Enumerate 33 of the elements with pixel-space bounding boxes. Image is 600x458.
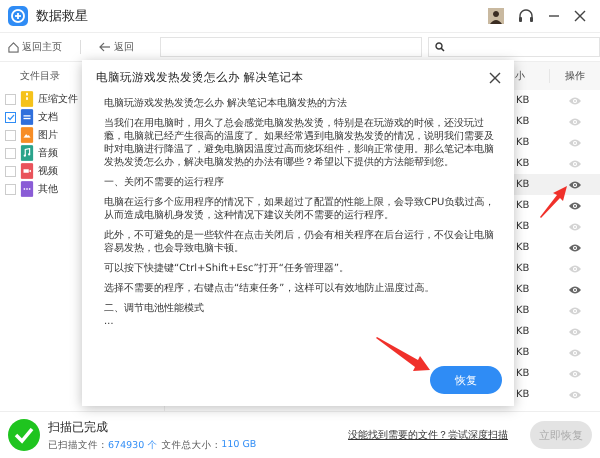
column-header: 小 bbox=[514, 70, 526, 83]
column-header: 操作 bbox=[549, 69, 600, 83]
app-title: 数据救星 bbox=[36, 8, 88, 25]
paragraph: 二、调节电池性能模式 ... bbox=[104, 302, 205, 328]
size-cell-text: KB bbox=[515, 389, 530, 400]
paragraph: 当我们在用电脑时，用久了总会感觉电脑发热发烫，特别是在玩游戏的时候，还没玩过瘾，电脑就已经产生很高的温度了。如果经常遇到电脑发热发烫的情况，说明我们需要及时对电脑进行降温了，避免电脑因温度过高而烧坏组件，影响正常使用。那么笔记本电脑发热发烫怎么办，解决电脑发热的办法有哪些？希望以下提供的方法能帮到您。 bbox=[104, 117, 495, 169]
size-cell-text: KB bbox=[515, 326, 530, 337]
size-cell-text: KB bbox=[515, 179, 530, 190]
paragraph: 电脑玩游戏发热发烫怎么办 解决笔记本电脑发热的方法 bbox=[104, 97, 348, 110]
paragraph: 电脑在运行多个应用程序的情况下，如果超过了配置的性能上限，会导致CPU负载过高，从而造成电脑机身发烫，这种情况下建议关闭不需要的运行程序。 bbox=[104, 196, 496, 222]
size-cell-text: KB bbox=[515, 242, 530, 253]
dialog-title: 电脑玩游戏发热发烫怎么办 解决笔记本 bbox=[96, 70, 304, 85]
paragraph: 选择不需要的程序，右键点击“结束任务”，这样可以有效地防止温度过高。 bbox=[104, 282, 436, 295]
size-value: 110 GB bbox=[221, 438, 256, 452]
size-cell-text: KB bbox=[515, 116, 530, 127]
size-cell-text: KB bbox=[515, 137, 530, 148]
status-title: 扫描已完成 bbox=[48, 418, 109, 436]
sidebar-header: 文件目录 bbox=[20, 70, 60, 83]
scanned-label: 已扫描文件： bbox=[48, 438, 108, 452]
scanned-count: 674930 个 bbox=[108, 438, 158, 452]
size-cell-text: KB bbox=[515, 284, 530, 295]
size-cell-text: KB bbox=[515, 305, 530, 316]
size-cell-text: KB bbox=[515, 263, 530, 274]
size-cell-text: KB bbox=[515, 158, 530, 169]
size-cell-text: KB bbox=[515, 221, 530, 232]
paragraph: 可以按下快捷键“Ctrl+Shift+Esc”打开“任务管理器”。 bbox=[104, 262, 350, 275]
size-cell-text: KB bbox=[515, 200, 530, 211]
size-cell-text: KB bbox=[515, 347, 530, 358]
paragraph: 此外，不可避免的是一些软件在点击关闭后，仍会有相关程序在后台运行，不仅会让电脑容易发热，也会导致电脑卡顿。 bbox=[104, 229, 495, 255]
size-label: 文件总大小： bbox=[161, 438, 222, 452]
size-cell-text: KB bbox=[515, 368, 530, 379]
size-cell-text: KB bbox=[515, 95, 530, 106]
paragraph: 一、关闭不需要的运行程序 bbox=[104, 176, 225, 189]
